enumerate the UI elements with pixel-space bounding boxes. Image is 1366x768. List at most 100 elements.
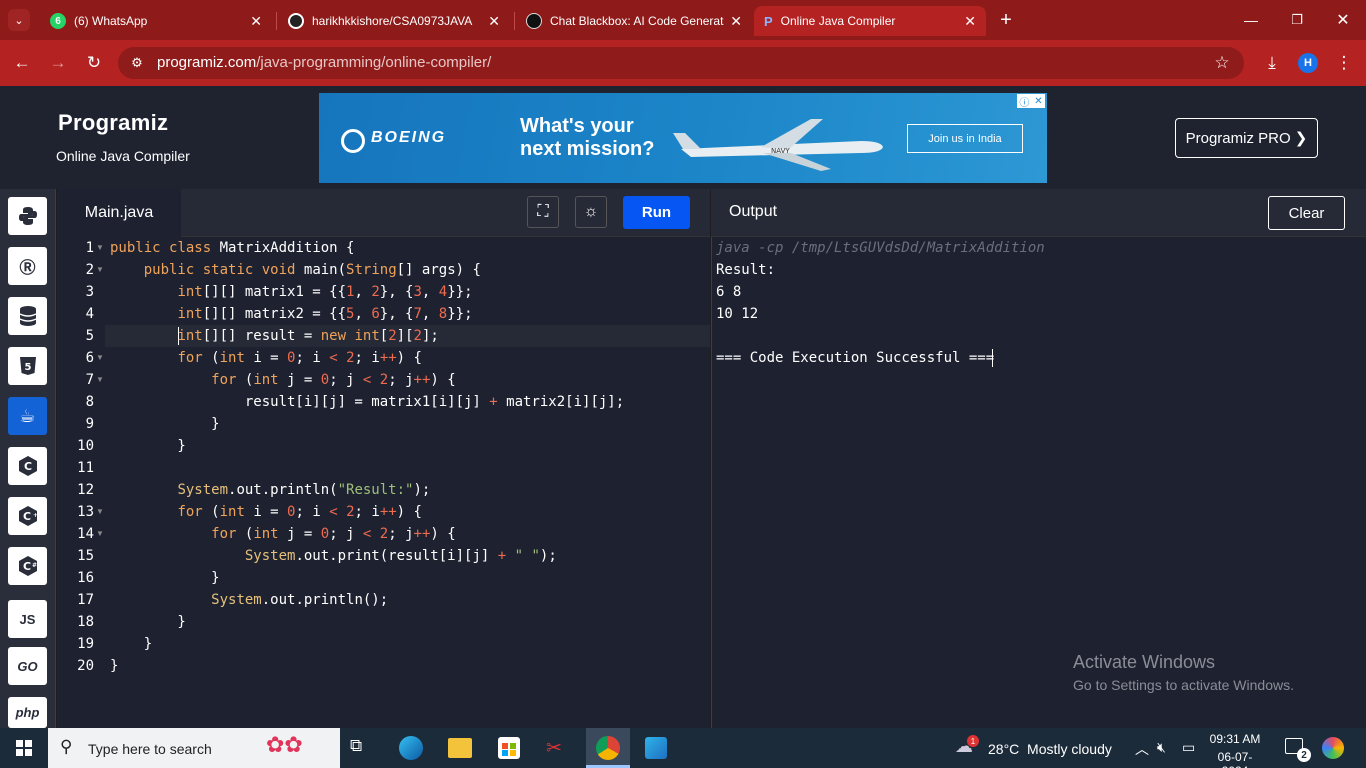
- line-number: 4: [85, 306, 94, 322]
- reload-icon[interactable]: ↻: [83, 52, 105, 74]
- chrome-icon: [596, 736, 620, 760]
- code-line[interactable]: for (int j = 0; j < 2; j++) {: [110, 523, 456, 545]
- code-line[interactable]: }: [110, 435, 185, 457]
- file-tab-main-java[interactable]: Main.java: [57, 189, 181, 237]
- show-hidden-icons-chevron-icon[interactable]: ︿: [1135, 739, 1149, 759]
- sql-database-icon[interactable]: [8, 297, 47, 335]
- edge-browser-icon[interactable]: [399, 736, 423, 760]
- copilot-icon[interactable]: [1322, 737, 1344, 759]
- code-line[interactable]: int[][] result = new int[2][2];: [110, 325, 438, 347]
- download-icon[interactable]: ⤓: [1261, 52, 1283, 74]
- html5-icon[interactable]: 5: [8, 347, 47, 385]
- fold-arrow-icon[interactable]: ▼: [96, 259, 104, 281]
- code-line[interactable]: System.out.print(result[i][j] + " ");: [110, 545, 557, 567]
- code-line[interactable]: public static void main(String[] args) {: [110, 259, 481, 281]
- tab-online-java-compiler[interactable]: P Online Java Compiler ✕: [754, 6, 986, 36]
- code-line[interactable]: }: [110, 655, 118, 677]
- fullscreen-icon[interactable]: ⛶: [527, 196, 559, 228]
- fold-arrow-icon[interactable]: ▼: [96, 523, 104, 545]
- code-line[interactable]: for (int j = 0; j < 2; j++) {: [110, 369, 456, 391]
- close-tab-icon[interactable]: ✕: [964, 13, 976, 30]
- line-number: 18: [77, 614, 94, 630]
- minimize-icon[interactable]: —: [1240, 9, 1262, 31]
- fold-arrow-icon[interactable]: ▼: [96, 237, 104, 259]
- run-button[interactable]: Run: [623, 196, 690, 229]
- close-tab-icon[interactable]: ✕: [488, 13, 500, 30]
- code-line[interactable]: }: [110, 567, 219, 589]
- clock-date[interactable]: 06-07-2024: [1205, 750, 1265, 768]
- browser-menu-icon[interactable]: ⋮: [1333, 52, 1355, 74]
- programiz-pro-button[interactable]: Programiz PRO ❯: [1175, 118, 1318, 158]
- line-number: 12: [77, 482, 94, 498]
- adchoices-icon[interactable]: ⓘ ✕: [1017, 94, 1045, 109]
- svg-text:+: +: [33, 512, 38, 519]
- page-subtitle: Online Java Compiler: [56, 148, 190, 164]
- code-line[interactable]: result[i][j] = matrix1[i][j] + matrix2[i…: [110, 391, 624, 413]
- code-line[interactable]: for (int i = 0; i < 2; i++) {: [110, 347, 422, 369]
- close-window-icon[interactable]: ✕: [1332, 9, 1354, 31]
- chrome-taskbar-active[interactable]: [586, 728, 630, 768]
- code-line[interactable]: System.out.println();: [110, 589, 388, 611]
- volume-muted-icon[interactable]: 🔇︎: [1157, 739, 1166, 756]
- microsoft-store-icon[interactable]: [498, 737, 520, 759]
- task-view-icon[interactable]: ⧉: [350, 736, 362, 756]
- line-number: 3: [85, 284, 94, 300]
- ad-cta-button[interactable]: Join us in India: [907, 124, 1023, 153]
- url-text[interactable]: programiz.com/java-programming/online-co…: [157, 54, 491, 71]
- clear-button[interactable]: Clear: [1268, 196, 1345, 230]
- close-tab-icon[interactable]: ✕: [730, 13, 742, 30]
- profile-avatar[interactable]: H: [1298, 53, 1318, 73]
- code-line[interactable]: }: [110, 413, 219, 435]
- fold-arrow-icon[interactable]: ▼: [96, 347, 104, 369]
- weather-text[interactable]: 28°C Mostly cloudy: [988, 741, 1112, 757]
- tab-title: Online Java Compiler: [780, 14, 896, 28]
- csharp-language-icon[interactable]: C #: [8, 547, 47, 585]
- battery-icon[interactable]: ▭: [1182, 739, 1195, 756]
- tab-github[interactable]: harikhkkishore/CSA0973JAVA ✕: [278, 6, 510, 36]
- file-explorer-icon[interactable]: [448, 738, 472, 758]
- clock-time[interactable]: 09:31 AM: [1205, 732, 1265, 746]
- code-line[interactable]: }: [110, 611, 185, 633]
- svg-text:C: C: [23, 460, 31, 473]
- code-line[interactable]: System.out.println("Result:");: [110, 479, 430, 501]
- activate-windows-title: Activate Windows: [1073, 652, 1216, 672]
- photos-app-icon[interactable]: [645, 737, 667, 759]
- bookmark-star-icon[interactable]: ☆: [1211, 52, 1233, 74]
- blackbox-icon: [526, 13, 542, 29]
- c-language-icon[interactable]: C: [8, 447, 47, 485]
- fold-arrow-icon[interactable]: ▼: [96, 501, 104, 523]
- go-language-icon[interactable]: GO: [8, 647, 47, 685]
- windows-start-icon[interactable]: [16, 740, 32, 761]
- fold-arrow-icon[interactable]: ▼: [96, 369, 104, 391]
- php-label: php: [15, 705, 40, 720]
- java-icon[interactable]: ☕: [8, 397, 47, 435]
- code-line[interactable]: }: [110, 633, 152, 655]
- back-arrow-icon[interactable]: ←: [11, 52, 33, 74]
- line-number: 19: [77, 636, 94, 652]
- r-language-icon[interactable]: Ⓡ: [8, 247, 47, 285]
- output-line: 10 12: [716, 306, 759, 322]
- close-tab-icon[interactable]: ✕: [250, 13, 262, 30]
- code-line[interactable]: int[][] matrix1 = {{1, 2}, {3, 4}};: [110, 281, 472, 303]
- theme-toggle-sun-icon[interactable]: ☼: [575, 196, 607, 228]
- python-icon[interactable]: [8, 197, 47, 235]
- code-line[interactable]: int[][] matrix2 = {{5, 6}, {7, 8}};: [110, 303, 472, 325]
- code-line[interactable]: for (int i = 0; i < 2; i++) {: [110, 501, 422, 523]
- snipping-tool-icon[interactable]: ✂: [546, 737, 562, 760]
- site-settings-icon[interactable]: ⚙: [126, 52, 148, 74]
- cpp-language-icon[interactable]: C +: [8, 497, 47, 535]
- advertisement-banner[interactable]: BOEING What's your next mission? NAVY Jo…: [319, 93, 1047, 183]
- programiz-logo[interactable]: Programiz: [58, 110, 168, 136]
- tab-blackbox[interactable]: Chat Blackbox: AI Code Generat ✕: [516, 6, 752, 36]
- tab-whatsapp[interactable]: 6 (6) WhatsApp ✕: [40, 6, 272, 36]
- php-icon[interactable]: php: [8, 697, 47, 728]
- javascript-icon[interactable]: JS: [8, 600, 47, 638]
- line-number: 6: [85, 350, 94, 366]
- code-line[interactable]: public class MatrixAddition {: [110, 237, 354, 259]
- tab-search-button[interactable]: ⌄: [8, 9, 30, 31]
- tab-title: Chat Blackbox: AI Code Generat: [550, 14, 724, 28]
- restore-icon[interactable]: ❐: [1286, 9, 1308, 31]
- forward-arrow-icon[interactable]: →: [47, 52, 69, 74]
- new-tab-plus-icon[interactable]: +: [995, 9, 1017, 31]
- airplane-image: NAVY: [673, 119, 883, 171]
